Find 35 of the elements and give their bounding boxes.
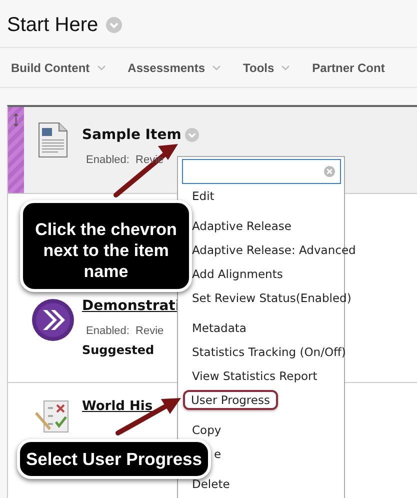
- menu-item[interactable]: Metadata: [192, 319, 246, 337]
- toolbar-menu[interactable]: Partner Cont: [312, 60, 385, 74]
- checklist-icon: [35, 398, 71, 434]
- item-title[interactable]: World His: [82, 399, 153, 414]
- item-status: Enabled: Revie: [85, 325, 165, 337]
- menu-item[interactable]: e: [214, 445, 222, 463]
- toolbar-menu[interactable]: Tools: [243, 60, 290, 74]
- caret-icon: [96, 64, 106, 70]
- chevron-icon[interactable]: [185, 128, 200, 142]
- drag-handle[interactable]: [8, 107, 24, 193]
- menu-item[interactable]: Edit: [192, 187, 214, 205]
- toolbar-menu[interactable]: Assessments: [128, 60, 222, 74]
- search-field[interactable]: [182, 159, 341, 184]
- toolbar-menu[interactable]: Build Content: [11, 60, 106, 74]
- menu-item[interactable]: Adaptive Release: [192, 217, 292, 235]
- page-title: Start Here: [7, 14, 98, 36]
- document-icon: [38, 122, 68, 158]
- menu-item[interactable]: Adaptive Release: Advanced: [192, 241, 356, 259]
- fast-forward-icon: [31, 298, 75, 342]
- item-title[interactable]: Demonstrati: [82, 298, 180, 314]
- menu-item[interactable]: Add Alignments: [192, 265, 283, 283]
- clear-icon[interactable]: [324, 166, 335, 177]
- caret-icon: [281, 64, 290, 70]
- chevron-icon[interactable]: [106, 17, 122, 33]
- item-note: Suggested: [82, 343, 156, 357]
- item-title[interactable]: Sample Item: [82, 127, 182, 143]
- menu-item[interactable]: Statistics Tracking (On/Off): [192, 343, 346, 361]
- menu-item[interactable]: Set Review Status(Enabled): [192, 289, 352, 307]
- menu-item[interactable]: Copy: [192, 421, 222, 439]
- menu-item[interactable]: User Progress: [183, 390, 278, 410]
- move-icon: [13, 113, 19, 127]
- callout: Select User Progress: [17, 439, 211, 479]
- callout: Click the chevron next to the item name: [20, 200, 192, 292]
- caret-icon: [212, 64, 222, 70]
- menu-item[interactable]: View Statistics Report: [192, 367, 318, 385]
